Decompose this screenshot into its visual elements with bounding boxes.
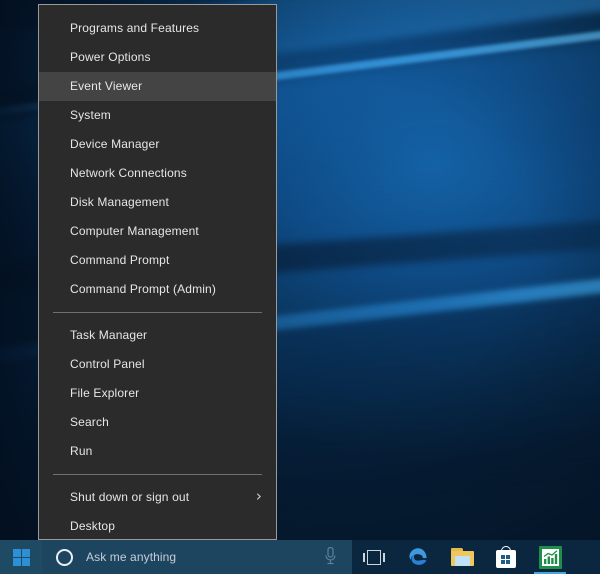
excel-chart-icon [539, 546, 562, 569]
menu-item-system[interactable]: System [39, 101, 276, 130]
menu-item-label: Command Prompt [70, 253, 169, 267]
menu-item-file-explorer[interactable]: File Explorer [39, 379, 276, 408]
edge-button[interactable] [396, 540, 440, 574]
cortana-search-box[interactable]: Ask me anything [42, 540, 352, 574]
menu-item-label: Computer Management [70, 224, 199, 238]
menu-item-label: Task Manager [70, 328, 147, 342]
menu-item-label: Search [70, 415, 109, 429]
menu-group: Shut down or sign out › Desktop [39, 483, 276, 541]
menu-item-label: Desktop [70, 519, 115, 533]
menu-item-label: System [70, 108, 111, 122]
cortana-circle-icon [56, 549, 73, 566]
menu-item-label: Shut down or sign out [70, 490, 189, 504]
menu-item-control-panel[interactable]: Control Panel [39, 350, 276, 379]
menu-item-search[interactable]: Search [39, 408, 276, 437]
menu-item-disk-management[interactable]: Disk Management [39, 188, 276, 217]
menu-group: Task Manager Control Panel File Explorer Se… [39, 321, 276, 466]
menu-item-command-prompt[interactable]: Command Prompt [39, 246, 276, 275]
menu-item-label: Event Viewer [70, 79, 142, 93]
search-input[interactable]: Ask me anything [86, 550, 176, 564]
menu-item-computer-management[interactable]: Computer Management [39, 217, 276, 246]
excel-button[interactable] [528, 540, 572, 574]
menu-item-label: Network Connections [70, 166, 187, 180]
menu-item-power-options[interactable]: Power Options [39, 43, 276, 72]
task-view-button[interactable] [352, 540, 396, 574]
menu-item-label: File Explorer [70, 386, 139, 400]
menu-item-task-manager[interactable]: Task Manager [39, 321, 276, 350]
menu-item-shut-down-or-sign-out[interactable]: Shut down or sign out › [39, 483, 276, 512]
menu-item-label: Programs and Features [70, 21, 199, 35]
menu-separator [53, 474, 262, 475]
menu-item-event-viewer[interactable]: Event Viewer [39, 72, 276, 101]
menu-item-device-manager[interactable]: Device Manager [39, 130, 276, 159]
menu-item-command-prompt-admin[interactable]: Command Prompt (Admin) [39, 275, 276, 304]
task-view-icon [363, 550, 385, 565]
menu-group: Programs and Features Power Options Event … [39, 14, 276, 304]
menu-item-label: Control Panel [70, 357, 145, 371]
menu-item-label: Device Manager [70, 137, 159, 151]
windows-logo-icon [13, 549, 30, 566]
menu-item-network-connections[interactable]: Network Connections [39, 159, 276, 188]
folder-icon [451, 548, 474, 566]
start-button[interactable] [0, 540, 42, 574]
menu-item-label: Command Prompt (Admin) [70, 282, 216, 296]
chevron-right-icon: › [256, 483, 262, 512]
menu-item-label: Power Options [70, 50, 151, 64]
edge-icon [406, 545, 430, 569]
file-explorer-button[interactable] [440, 540, 484, 574]
taskbar: Ask me anything [0, 540, 600, 574]
menu-item-label: Disk Management [70, 195, 169, 209]
menu-item-label: Run [70, 444, 92, 458]
winx-power-user-menu[interactable]: Programs and Features Power Options Event … [38, 4, 277, 540]
menu-item-run[interactable]: Run [39, 437, 276, 466]
menu-separator [53, 312, 262, 313]
menu-item-desktop[interactable]: Desktop [39, 512, 276, 541]
store-bag-icon [496, 546, 516, 568]
menu-item-programs-and-features[interactable]: Programs and Features [39, 14, 276, 43]
microphone-icon[interactable] [325, 547, 336, 566]
store-button[interactable] [484, 540, 528, 574]
